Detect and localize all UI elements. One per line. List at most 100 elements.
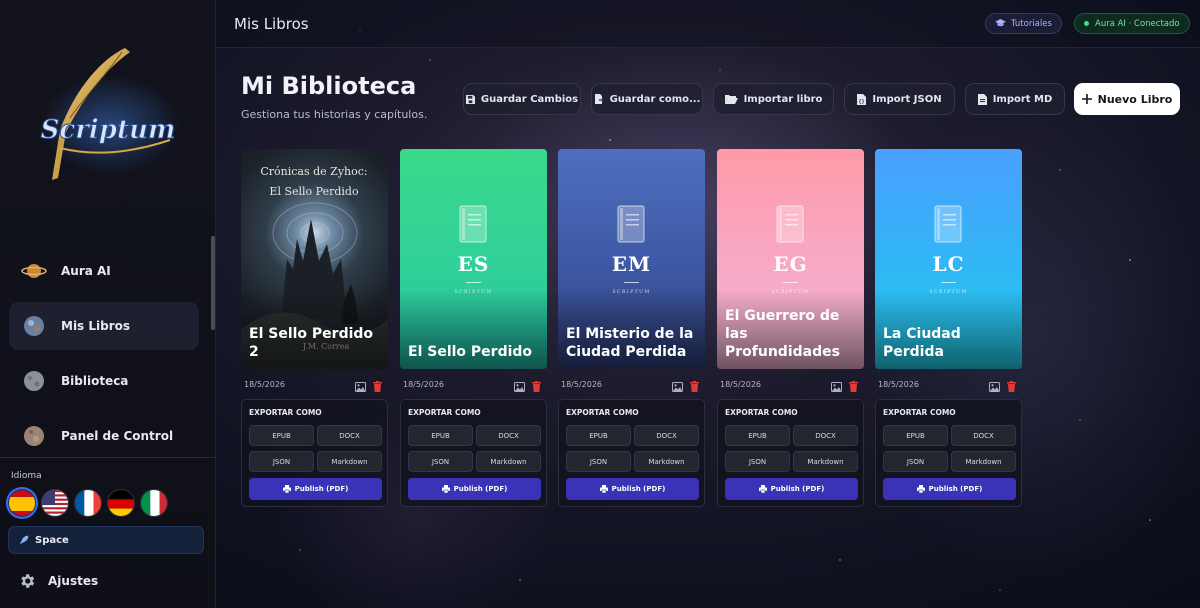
printer-icon xyxy=(758,485,767,493)
flag-en-icon[interactable] xyxy=(41,489,69,517)
export-epub-button[interactable]: EPUB xyxy=(883,425,948,446)
book-cover[interactable]: LC SCRIPTUM La Ciudad Perdida xyxy=(875,149,1022,369)
export-json-button[interactable]: JSON xyxy=(725,451,790,472)
scriptum-logo[interactable]: Scriptum xyxy=(30,40,180,190)
cover-divider xyxy=(466,282,481,283)
new-book-button[interactable]: Nuevo Libro xyxy=(1074,83,1180,115)
publish-pdf-button[interactable]: Publish (PDF) xyxy=(249,478,382,500)
trash-icon[interactable] xyxy=(849,377,858,396)
publish-pdf-button[interactable]: Publish (PDF) xyxy=(725,478,858,500)
flag-it-icon[interactable] xyxy=(140,489,168,517)
new-book-label: Nuevo Libro xyxy=(1097,92,1173,106)
book-title: El Sello Perdido xyxy=(408,344,533,360)
cover-divider xyxy=(941,282,956,283)
book-cover[interactable]: Crónicas de Zyhoc:El Sello PerdidoJ.M. C… xyxy=(241,149,388,369)
top-bar: Mis Libros Tutoriales Aura AI · Conectad… xyxy=(216,0,1200,48)
page-title: Mi Biblioteca xyxy=(241,72,417,100)
export-docx-button[interactable]: DOCX xyxy=(793,425,858,446)
gear-icon xyxy=(21,574,35,588)
export-markdown-button[interactable]: Markdown xyxy=(793,451,858,472)
change-cover-image-icon[interactable] xyxy=(831,377,842,396)
export-epub-button[interactable]: EPUB xyxy=(725,425,790,446)
flag-es-icon[interactable] xyxy=(8,489,36,517)
export-panel: EXPORTAR COMO EPUB DOCX JSON Markdown Pu… xyxy=(400,399,547,507)
export-json-button[interactable]: JSON xyxy=(883,451,948,472)
export-json-button[interactable]: JSON xyxy=(249,451,314,472)
book-meta: 18/5/2026 xyxy=(558,369,705,399)
export-title: EXPORTAR COMO xyxy=(883,408,956,417)
ai-status-badge[interactable]: Aura AI · Conectado xyxy=(1074,13,1190,34)
cover-divider xyxy=(783,282,798,283)
change-cover-image-icon[interactable] xyxy=(989,377,1000,396)
book-cover[interactable]: EM SCRIPTUM El Misterio de la Ciudad Per… xyxy=(558,149,705,369)
file-code-icon: {} xyxy=(857,93,867,105)
export-epub-button[interactable]: EPUB xyxy=(408,425,473,446)
save-changes-label: Guardar Cambios xyxy=(480,93,579,105)
flag-de-icon[interactable] xyxy=(107,489,135,517)
theme-space-button[interactable]: Space xyxy=(8,526,204,554)
import-md-label: Import MD xyxy=(992,93,1053,105)
export-markdown-button[interactable]: Markdown xyxy=(476,451,541,472)
sidebar-item-aura-ai[interactable]: Aura AI xyxy=(9,247,199,295)
status-dot-icon xyxy=(1084,21,1089,26)
publish-pdf-button[interactable]: Publish (PDF) xyxy=(566,478,699,500)
book-icon xyxy=(458,205,488,247)
cover-divider xyxy=(624,282,639,283)
book-card: EM SCRIPTUM El Misterio de la Ciudad Per… xyxy=(558,149,705,507)
settings-button[interactable]: Ajustes xyxy=(18,572,98,590)
sidebar-item-label: Aura AI xyxy=(61,264,111,278)
export-title: EXPORTAR COMO xyxy=(566,408,639,417)
export-epub-button[interactable]: EPUB xyxy=(249,425,314,446)
change-cover-image-icon[interactable] xyxy=(672,377,683,396)
save-as-button[interactable]: Guardar como... xyxy=(591,83,703,115)
export-json-button[interactable]: JSON xyxy=(566,451,631,472)
change-cover-image-icon[interactable] xyxy=(514,377,525,396)
import-md-button[interactable]: Import MD xyxy=(965,83,1065,115)
mars-icon xyxy=(21,423,47,449)
import-json-button[interactable]: {} Import JSON xyxy=(844,83,955,115)
trash-icon[interactable] xyxy=(1007,377,1016,396)
printer-icon xyxy=(282,485,291,493)
sidebar-scrollbar[interactable] xyxy=(211,236,215,330)
export-markdown-button[interactable]: Markdown xyxy=(317,451,382,472)
trash-icon[interactable] xyxy=(373,377,382,396)
change-cover-image-icon[interactable] xyxy=(355,377,366,396)
sidebar-item-mis-libros[interactable]: Mis Libros xyxy=(9,302,199,350)
save-icon xyxy=(465,94,475,104)
save-changes-button[interactable]: Guardar Cambios xyxy=(463,83,581,115)
book-icon xyxy=(616,205,646,247)
save-as-label: Guardar como... xyxy=(609,93,701,105)
export-panel: EXPORTAR COMO EPUB DOCX JSON Markdown Pu… xyxy=(558,399,705,507)
book-date: 18/5/2026 xyxy=(403,380,445,389)
export-docx-button[interactable]: DOCX xyxy=(951,425,1016,446)
import-book-button[interactable]: Importar libro xyxy=(713,83,834,115)
publish-pdf-button[interactable]: Publish (PDF) xyxy=(883,478,1016,500)
printer-icon xyxy=(441,485,450,493)
publish-pdf-button[interactable]: Publish (PDF) xyxy=(408,478,541,500)
book-title: La Ciudad Perdida xyxy=(883,326,961,360)
cover-initials: LC xyxy=(932,252,965,276)
ai-status-label: Aura AI · Conectado xyxy=(1095,18,1180,29)
trash-icon[interactable] xyxy=(532,377,541,396)
export-docx-button[interactable]: DOCX xyxy=(634,425,699,446)
export-docx-button[interactable]: DOCX xyxy=(317,425,382,446)
flag-fr-icon[interactable] xyxy=(74,489,102,517)
book-icon xyxy=(775,205,805,247)
globe-books-icon xyxy=(21,313,47,339)
cover-initials: EM xyxy=(611,252,652,276)
export-markdown-button[interactable]: Markdown xyxy=(951,451,1016,472)
export-docx-button[interactable]: DOCX xyxy=(476,425,541,446)
book-cover[interactable]: ES SCRIPTUM El Sello Perdido xyxy=(400,149,547,369)
file-export-icon xyxy=(594,94,604,104)
trash-icon[interactable] xyxy=(690,377,699,396)
book-cover[interactable]: EG SCRIPTUM El Guerrero de las Profundid… xyxy=(717,149,864,369)
export-markdown-button[interactable]: Markdown xyxy=(634,451,699,472)
tutorials-button[interactable]: Tutoriales xyxy=(985,13,1062,34)
svg-text:{}: {} xyxy=(859,99,865,105)
tutorials-label: Tutoriales xyxy=(1011,18,1052,29)
export-json-button[interactable]: JSON xyxy=(408,451,473,472)
sidebar-item-biblioteca[interactable]: Biblioteca xyxy=(9,357,199,405)
export-epub-button[interactable]: EPUB xyxy=(566,425,631,446)
sidebar-item-panel-de-control[interactable]: Panel de Control xyxy=(9,412,199,460)
printer-icon xyxy=(916,485,925,493)
